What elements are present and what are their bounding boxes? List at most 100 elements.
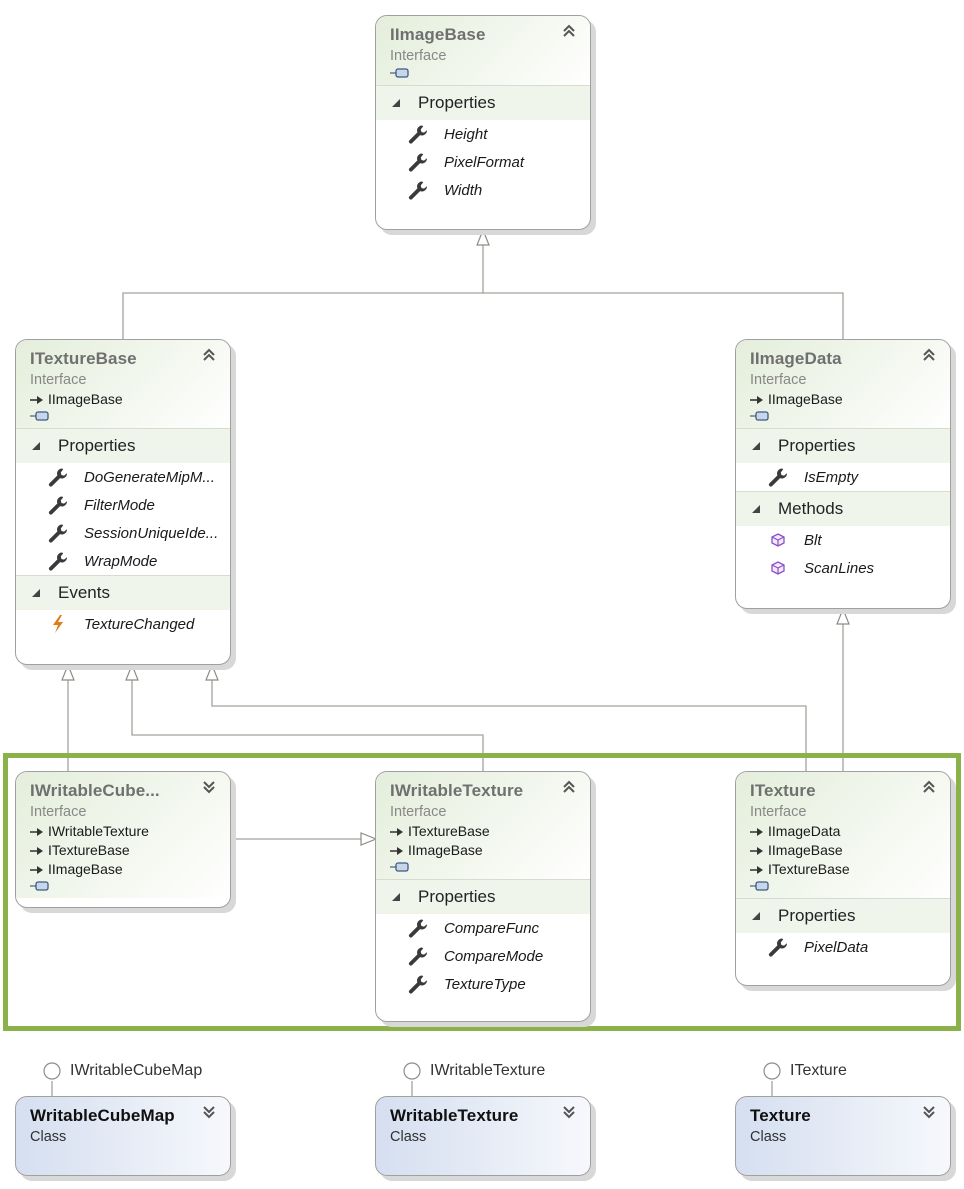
wrench-icon: [406, 974, 430, 994]
inherits-item: IImageBase: [750, 390, 936, 409]
inherit-arrowhead-iwritabletexture: [360, 832, 378, 846]
expand-triangle-icon: [392, 893, 400, 901]
shape-writablecubemap[interactable]: WritableCubeMap Class: [15, 1096, 231, 1176]
shape-texture[interactable]: Texture Class: [735, 1096, 951, 1176]
inherits-item: IImageBase: [30, 860, 216, 879]
section-properties[interactable]: Properties: [376, 85, 590, 120]
shape-header[interactable]: IWritableTexture Interface ITextureBase …: [376, 772, 590, 879]
shape-iimagebase[interactable]: IImageBase Interface Properties Height P…: [375, 15, 591, 230]
section-properties[interactable]: Properties: [736, 428, 950, 463]
expand-triangle-icon: [32, 589, 40, 597]
wrench-icon: [766, 467, 790, 487]
double-chevron-up-icon: [923, 348, 935, 361]
shape-iimagedata[interactable]: IImageData Interface IImageBase Properti…: [735, 339, 951, 609]
shape-header[interactable]: Texture Class: [736, 1097, 950, 1151]
expand-button[interactable]: [560, 1103, 578, 1121]
shape-header[interactable]: WritableCubeMap Class: [16, 1097, 230, 1151]
inherits-arrow-icon: [30, 395, 43, 404]
wrench-icon: [406, 152, 430, 172]
inherits-arrow-icon: [30, 827, 43, 836]
shape-stereotype: Interface: [390, 804, 447, 820]
shape-stereotype: Interface: [30, 804, 87, 820]
lollipop-circle-itexture: [763, 1062, 781, 1080]
member-isempty[interactable]: IsEmpty: [736, 463, 950, 491]
inherits-item: ITextureBase: [30, 841, 216, 860]
inherits-item: ITextureBase: [390, 822, 576, 841]
member-texturechanged[interactable]: TextureChanged: [16, 610, 230, 638]
shape-header[interactable]: WritableTexture Class: [376, 1097, 590, 1151]
wrench-icon: [46, 467, 70, 487]
member-dogeneratemipmaps[interactable]: DoGenerateMipM...: [16, 463, 230, 491]
member-blt[interactable]: Blt: [736, 526, 950, 554]
member-pixeldata[interactable]: PixelData: [736, 933, 950, 961]
section-events[interactable]: Events: [16, 575, 230, 610]
diagram-canvas[interactable]: IImageBase Interface Properties Height P…: [0, 0, 964, 1189]
connector-itexturebase-to-iimagebase: [122, 245, 484, 339]
member-name: SessionUniqueIde...: [84, 524, 219, 542]
expand-triangle-icon: [32, 442, 40, 450]
inherits-arrow-icon: [30, 846, 43, 855]
section-properties[interactable]: Properties: [16, 428, 230, 463]
inherits-name: IImageBase: [768, 391, 843, 407]
expand-triangle-icon: [392, 99, 400, 107]
wrench-icon: [406, 946, 430, 966]
double-chevron-up-icon: [563, 780, 575, 793]
interface-icon: [750, 411, 769, 421]
shape-header[interactable]: IWritableCube... Interface IWritableText…: [16, 772, 230, 898]
member-width[interactable]: Width: [376, 176, 590, 204]
inherits-item: ITextureBase: [750, 860, 936, 879]
expand-button[interactable]: [200, 778, 218, 796]
member-name: CompareMode: [444, 947, 544, 965]
expand-button[interactable]: [200, 1103, 218, 1121]
double-chevron-down-icon: [923, 1106, 935, 1119]
inherits-name: IWritableTexture: [48, 823, 149, 839]
member-scanlines[interactable]: ScanLines: [736, 554, 950, 582]
lightning-icon: [46, 614, 70, 634]
shape-iwritabletexture[interactable]: IWritableTexture Interface ITextureBase …: [375, 771, 591, 1022]
section-properties[interactable]: Properties: [736, 898, 950, 933]
member-texturetype[interactable]: TextureType: [376, 970, 590, 998]
shape-stereotype: Interface: [30, 372, 87, 388]
member-wrapmode[interactable]: WrapMode: [16, 547, 230, 575]
expand-button[interactable]: [920, 1103, 938, 1121]
shape-title: IImageBase: [390, 25, 486, 44]
shape-itexturebase[interactable]: ITextureBase Interface IImageBase Proper…: [15, 339, 231, 665]
shape-header[interactable]: ITextureBase Interface IImageBase: [16, 340, 230, 428]
member-comparefunc[interactable]: CompareFunc: [376, 914, 590, 942]
implements-label-itexture: ITexture: [790, 1062, 847, 1079]
inherits-arrow-icon: [390, 846, 403, 855]
expand-triangle-icon: [752, 442, 760, 450]
section-properties[interactable]: Properties: [376, 879, 590, 914]
shape-iwritablecubemap[interactable]: IWritableCube... Interface IWritableText…: [15, 771, 231, 908]
inherit-arrowhead-itexturebase-1: [61, 663, 75, 681]
collapse-button[interactable]: [560, 22, 578, 40]
collapse-button[interactable]: [560, 778, 578, 796]
inherits-arrow-icon: [750, 846, 763, 855]
collapse-button[interactable]: [920, 346, 938, 364]
collapse-button[interactable]: [200, 346, 218, 364]
member-name: CompareFunc: [444, 919, 540, 937]
interface-icon: [30, 411, 49, 421]
shape-stereotype: Interface: [750, 372, 807, 388]
section-label: Methods: [778, 499, 844, 518]
shape-header[interactable]: IImageBase Interface: [376, 16, 590, 85]
inherit-arrowhead-iimagedata: [836, 607, 850, 625]
shape-stereotype: Class: [390, 1129, 427, 1145]
inherits-arrow-icon: [750, 395, 763, 404]
collapse-button[interactable]: [920, 778, 938, 796]
member-height[interactable]: Height: [376, 120, 590, 148]
member-pixelformat[interactable]: PixelFormat: [376, 148, 590, 176]
section-methods[interactable]: Methods: [736, 491, 950, 526]
shape-itexture[interactable]: ITexture Interface IImageData IImageBase…: [735, 771, 951, 986]
double-chevron-up-icon: [923, 780, 935, 793]
member-filtermode[interactable]: FilterMode: [16, 491, 230, 519]
shape-header[interactable]: IImageData Interface IImageBase: [736, 340, 950, 428]
inherits-arrow-icon: [390, 827, 403, 836]
shape-writabletexture[interactable]: WritableTexture Class: [375, 1096, 591, 1176]
shape-title: ITextureBase: [30, 349, 137, 368]
shape-stereotype: Interface: [750, 804, 807, 820]
shape-header[interactable]: ITexture Interface IImageData IImageBase…: [736, 772, 950, 898]
member-sessionuniqueidentifier[interactable]: SessionUniqueIde...: [16, 519, 230, 547]
interface-icon: [390, 68, 409, 78]
member-comparemode[interactable]: CompareMode: [376, 942, 590, 970]
